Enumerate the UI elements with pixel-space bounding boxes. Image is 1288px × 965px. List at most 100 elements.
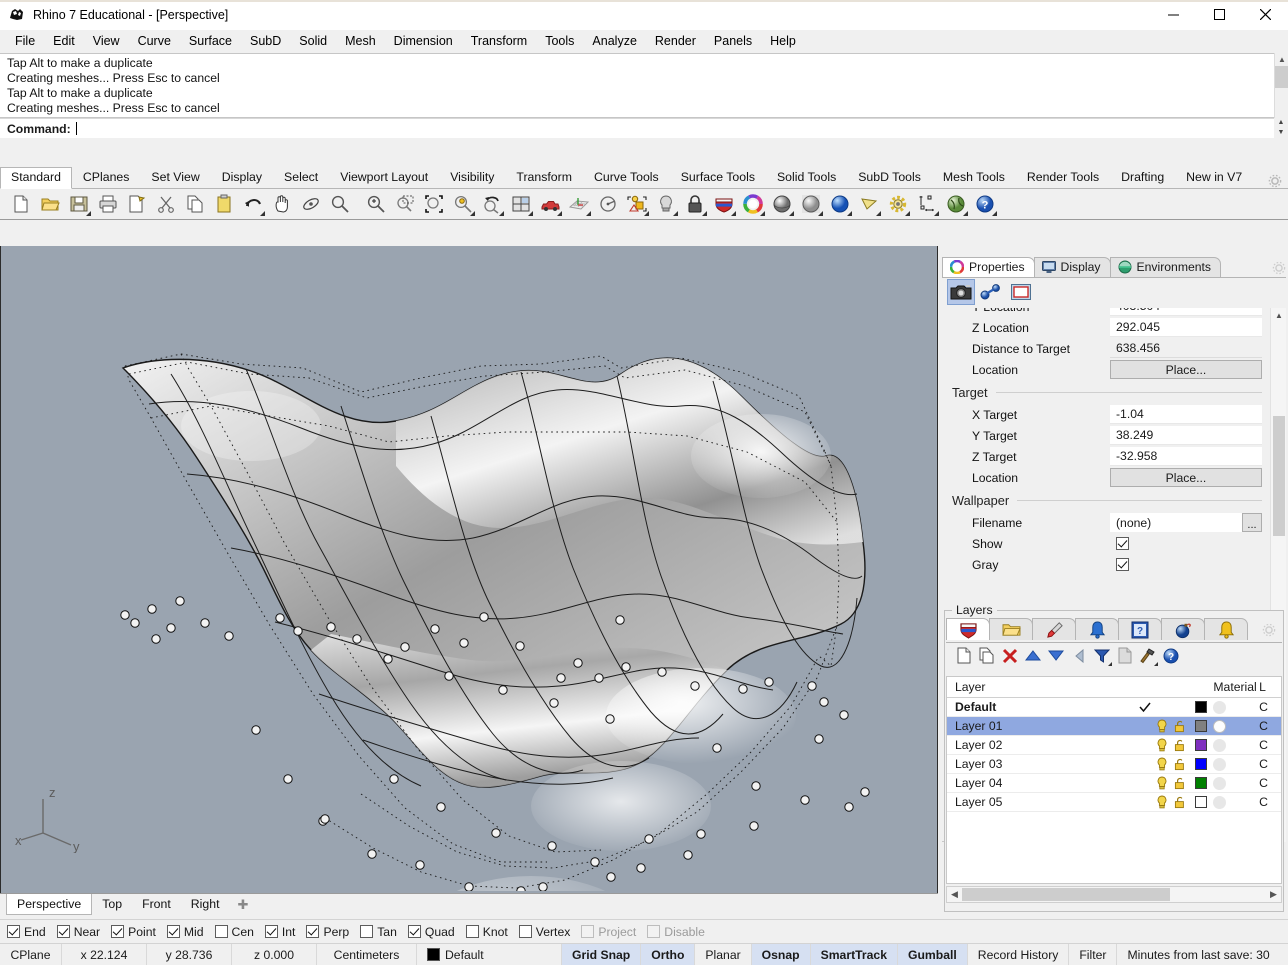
osnap-point-checkbox[interactable] bbox=[111, 925, 125, 938]
wallpaper-show-cell[interactable] bbox=[1110, 534, 1262, 553]
layer-material-dot[interactable] bbox=[1211, 757, 1257, 771]
layers-tab-blocks[interactable] bbox=[989, 618, 1033, 640]
zoom-magnifier-icon[interactable] bbox=[327, 191, 353, 217]
table-row[interactable]: Default C bbox=[947, 698, 1281, 717]
wallpaper-show-checkbox[interactable] bbox=[1116, 537, 1129, 550]
status-cplane[interactable]: CPlane bbox=[0, 944, 62, 965]
scroll-left-arrow[interactable]: ◀ bbox=[947, 889, 962, 900]
layer-color-swatch[interactable] bbox=[1192, 777, 1212, 789]
layer-visibility-bulb-icon[interactable] bbox=[1156, 776, 1174, 790]
osnap-cen[interactable]: Cen bbox=[214, 925, 254, 939]
toolbar-tab-viewport-layout[interactable]: Viewport Layout bbox=[329, 167, 439, 188]
flyout-arrow-icon[interactable] bbox=[905, 211, 910, 216]
duplicate-layer-icon[interactable] bbox=[977, 646, 997, 666]
menu-help[interactable]: Help bbox=[761, 32, 805, 50]
layer-name[interactable]: Layer 02 bbox=[947, 738, 1138, 752]
toolbar-tab-cplanes[interactable]: CPlanes bbox=[72, 167, 140, 188]
layers-grid[interactable]: Layer Material L Default C Layer 01 C La… bbox=[946, 676, 1282, 884]
arctic-display-icon[interactable] bbox=[856, 191, 882, 217]
osnap-point[interactable]: Point bbox=[111, 925, 156, 939]
tab-environments[interactable]: Environments bbox=[1109, 257, 1222, 277]
rotate-view-icon[interactable] bbox=[298, 191, 324, 217]
layer-name[interactable]: Layer 04 bbox=[947, 776, 1138, 790]
status-units[interactable]: Centimeters bbox=[317, 944, 417, 965]
menu-panels[interactable]: Panels bbox=[705, 32, 761, 50]
table-row[interactable]: Layer 05 C bbox=[947, 793, 1281, 812]
table-row[interactable]: Layer 01 C bbox=[947, 717, 1281, 736]
flyout-arrow-icon[interactable] bbox=[260, 211, 265, 216]
flyout-arrow-icon[interactable] bbox=[760, 211, 765, 216]
copy-icon[interactable] bbox=[182, 191, 208, 217]
tab-display[interactable]: Display bbox=[1033, 257, 1111, 277]
layers-tab-named-views[interactable]: ? bbox=[1118, 618, 1162, 640]
paste-clipboard-icon[interactable] bbox=[211, 191, 237, 217]
viewport-tab-perspective[interactable]: Perspective bbox=[6, 894, 93, 915]
flyout-arrow-icon[interactable] bbox=[1154, 661, 1158, 666]
chain-link-icon[interactable] bbox=[978, 280, 1004, 304]
prop-value-input[interactable]: 403.504 bbox=[1110, 308, 1262, 316]
layer-color-swatch[interactable] bbox=[1192, 720, 1212, 732]
toolbar-tab-drafting[interactable]: Drafting bbox=[1110, 167, 1175, 188]
osnap-end-checkbox[interactable] bbox=[7, 925, 20, 938]
layer-linetype[interactable]: C bbox=[1257, 700, 1281, 714]
camera-icon[interactable] bbox=[947, 278, 975, 305]
layer-material-dot[interactable] bbox=[1211, 795, 1257, 809]
flyout-arrow-icon[interactable] bbox=[528, 211, 533, 216]
status-toggle-planar[interactable]: Planar bbox=[695, 944, 752, 965]
options-gear-icon[interactable] bbox=[885, 191, 911, 217]
status-toggle-record-history[interactable]: Record History bbox=[967, 944, 1070, 965]
move-layer-up-icon[interactable] bbox=[1023, 646, 1043, 666]
layer-name[interactable]: Layer 01 bbox=[947, 719, 1138, 733]
toolbar-tab-visibility[interactable]: Visibility bbox=[439, 167, 505, 188]
layer-linetype[interactable]: C bbox=[1257, 757, 1281, 771]
layer-linetype[interactable]: C bbox=[1257, 738, 1281, 752]
flyout-arrow-icon[interactable] bbox=[673, 211, 678, 216]
rendered-sphere-icon[interactable] bbox=[827, 191, 853, 217]
flyout-arrow-icon[interactable] bbox=[847, 211, 852, 216]
help-icon[interactable]: ? bbox=[972, 191, 998, 217]
menu-tools[interactable]: Tools bbox=[536, 32, 583, 50]
layer-color-swatch[interactable] bbox=[1192, 739, 1212, 751]
layer-material-dot[interactable] bbox=[1211, 738, 1257, 752]
set-cplane-circle-icon[interactable] bbox=[595, 191, 621, 217]
layer-material-dot[interactable] bbox=[1211, 719, 1257, 733]
osnap-vertex-checkbox[interactable] bbox=[518, 925, 532, 938]
layer-color-swatch[interactable] bbox=[1192, 796, 1212, 808]
viewport-tab-top[interactable]: Top bbox=[92, 894, 132, 914]
layer-material-dot[interactable] bbox=[1211, 700, 1257, 714]
table-row[interactable]: Layer 02 C bbox=[947, 736, 1281, 755]
light-bulb-icon[interactable] bbox=[653, 191, 679, 217]
viewport-frame-icon[interactable] bbox=[1008, 280, 1034, 304]
command-line-spinner[interactable]: ▲ ▼ bbox=[1274, 118, 1288, 138]
flyout-arrow-icon[interactable] bbox=[586, 211, 591, 216]
toolbar-tab-select[interactable]: Select bbox=[273, 167, 329, 188]
flyout-arrow-icon[interactable] bbox=[557, 211, 562, 216]
osnap-quad-checkbox[interactable] bbox=[407, 925, 421, 938]
menu-view[interactable]: View bbox=[84, 32, 129, 50]
new-file-icon[interactable] bbox=[8, 191, 34, 217]
close-button[interactable] bbox=[1242, 0, 1288, 30]
menu-edit[interactable]: Edit bbox=[44, 32, 84, 50]
layer-linetype[interactable]: C bbox=[1257, 719, 1281, 733]
scroll-thumb[interactable] bbox=[1275, 66, 1288, 88]
delete-layer-icon[interactable] bbox=[1000, 646, 1020, 666]
gear-icon[interactable] bbox=[1268, 174, 1282, 188]
flyout-arrow-icon[interactable] bbox=[644, 211, 649, 216]
zoom-selected-icon[interactable] bbox=[450, 191, 476, 217]
viewport-tab-right[interactable]: Right bbox=[181, 894, 230, 914]
status-current-layer[interactable]: Default bbox=[417, 944, 562, 965]
toolbar-tab-solid-tools[interactable]: Solid Tools bbox=[766, 167, 847, 188]
menu-curve[interactable]: Curve bbox=[129, 32, 180, 50]
menu-render[interactable]: Render bbox=[646, 32, 705, 50]
cplane-grid-icon[interactable] bbox=[566, 191, 592, 217]
layer-lock-icon[interactable] bbox=[1174, 720, 1192, 733]
menu-subd[interactable]: SubD bbox=[241, 32, 290, 50]
osnap-near[interactable]: Near bbox=[56, 925, 100, 939]
prop-row-target-location[interactable]: Location Place... bbox=[942, 467, 1286, 488]
layer-linetype[interactable]: C bbox=[1257, 776, 1281, 790]
layer-material-dot[interactable] bbox=[1211, 776, 1257, 790]
scroll-up-arrow[interactable]: ▲ bbox=[1271, 308, 1287, 324]
undo-arrow-icon[interactable] bbox=[240, 191, 266, 217]
layers-tab-layers[interactable] bbox=[946, 618, 990, 640]
prop-value-input[interactable]: 292.045 bbox=[1110, 318, 1262, 337]
